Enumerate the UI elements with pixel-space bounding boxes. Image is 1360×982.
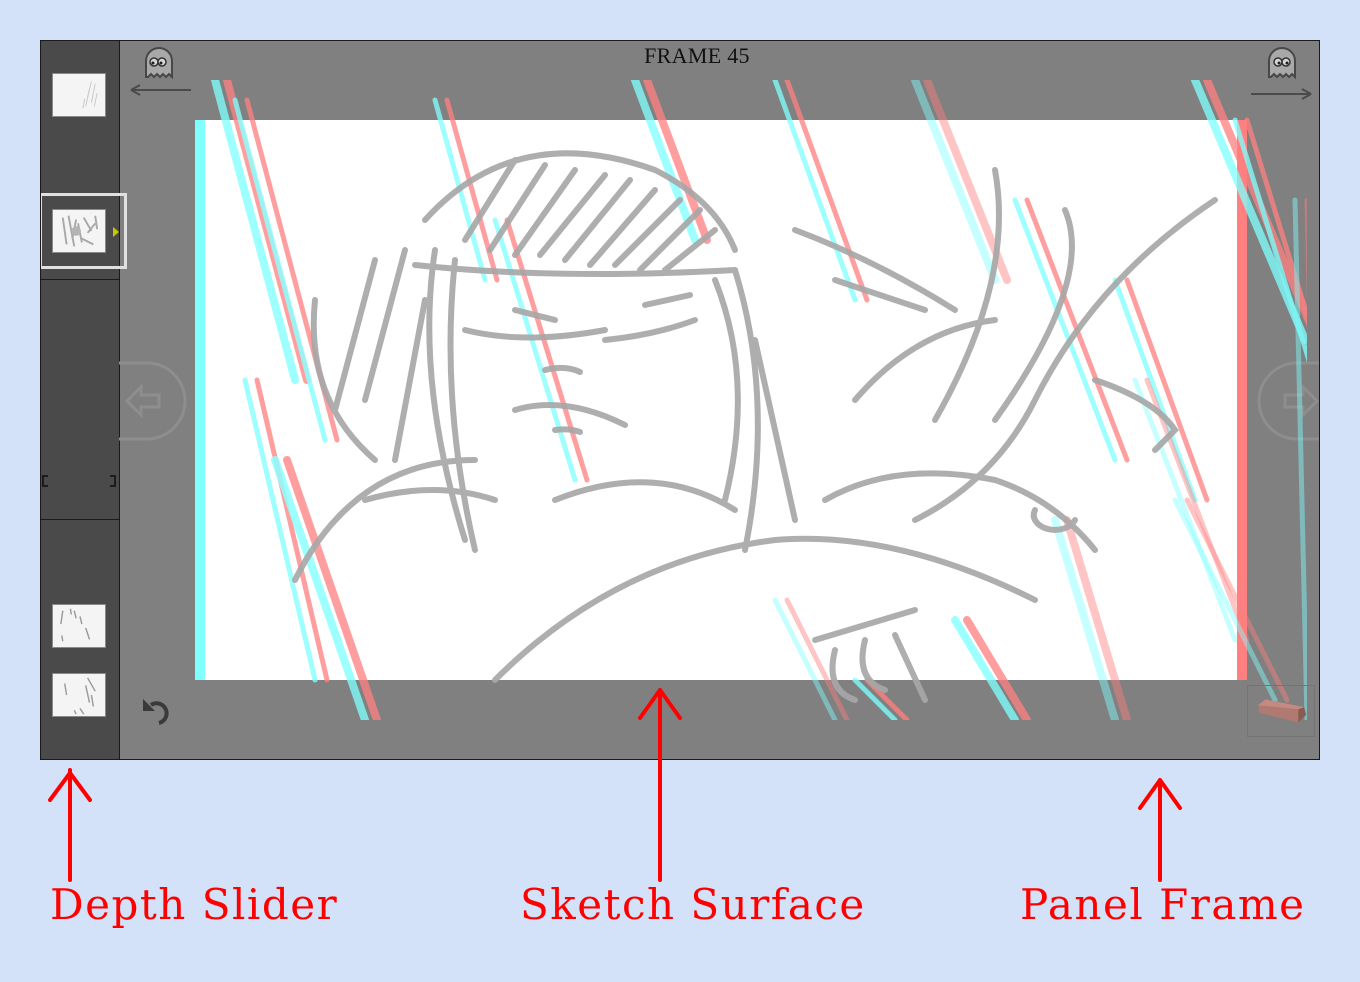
stereo-stroke (244, 97, 340, 443)
stereo-stroke (1012, 197, 1118, 463)
stereo-stroke (1203, 80, 1307, 327)
depth-slider-annotation-label: Depth Slider (50, 880, 339, 929)
stereo-stroke (1132, 377, 1238, 643)
sketch-surface[interactable] (195, 80, 1307, 720)
depth-thumbnail-3[interactable] (52, 604, 106, 648)
stereo-stroke (1172, 497, 1278, 703)
stereo-stroke (1051, 516, 1119, 720)
stereo-stroke (1024, 197, 1130, 463)
depth-thumbnail-1[interactable] (52, 73, 106, 117)
stereo-stroke (1063, 516, 1131, 720)
frame-title: FRAME 45 (644, 43, 750, 68)
stereo-stroke (772, 597, 838, 720)
depth-divider (41, 279, 119, 280)
nav-left-button[interactable] (119, 359, 189, 443)
stereo-stroke (923, 80, 1011, 284)
eraser-button[interactable] (1247, 685, 1315, 737)
eraser-icon (1257, 699, 1306, 723)
stereo-stroke (1112, 277, 1198, 503)
nav-right-button[interactable] (1255, 359, 1319, 443)
stereo-stroke (1124, 277, 1210, 503)
stereo-cyan-edge (195, 120, 205, 680)
stereo-stroke (504, 217, 590, 483)
stereo-stroke (1191, 80, 1307, 344)
arrow-left-icon (124, 383, 161, 419)
stereo-stroke (1144, 377, 1250, 643)
stereo-stroke (432, 97, 488, 283)
app-window: FRAME 45 (40, 40, 1320, 760)
ghost-icon (130, 47, 191, 96)
arrow-left-icon (130, 84, 191, 96)
stereo-stroke (864, 677, 910, 720)
stereo-stroke (772, 80, 858, 303)
next-frame-button[interactable] (1247, 45, 1317, 105)
undo-icon (143, 699, 169, 725)
previous-frame-button[interactable] (127, 45, 197, 105)
depth-slider[interactable] (41, 41, 127, 759)
stereo-stroke (211, 80, 299, 384)
stereo-red-edge (1237, 120, 1247, 680)
sketch-surface-annotation-label: Sketch Surface (520, 880, 866, 929)
stereo-stroke (852, 677, 898, 720)
depth-slider-annotation-arrow (48, 768, 92, 882)
stereo-stroke (963, 616, 1031, 720)
stereo-stroke (911, 80, 999, 284)
stereo-stroke (223, 80, 311, 384)
stereo-stroke (254, 377, 330, 683)
stereo-stroke (1244, 117, 1307, 324)
depth-range-bracket-left[interactable] (42, 475, 48, 487)
stereo-stroke (283, 456, 381, 720)
arrow-right-icon (1251, 88, 1312, 100)
stereo-stroke (784, 80, 870, 303)
undo-button[interactable] (137, 693, 179, 729)
stereo-stroke (951, 616, 1019, 720)
depth-thumbnail-4[interactable] (52, 673, 106, 717)
panel-frame-annotation-label: Panel Frame (1020, 880, 1306, 929)
stereo-stroke (492, 217, 578, 483)
depth-range-bracket-right[interactable] (110, 475, 116, 487)
stereo-stroke (1292, 197, 1307, 720)
stereo-stroke (444, 97, 500, 283)
stereo-stroke (784, 597, 850, 720)
stereo-stroke (631, 80, 699, 244)
stereo-stroke (643, 80, 711, 244)
stereo-stroke (271, 456, 369, 720)
stereo-stroke (242, 377, 318, 683)
depth-selection-pointer (113, 227, 119, 237)
sketch-drawing (211, 80, 1307, 720)
stereo-stroke (232, 97, 328, 443)
sketch-surface-annotation-arrow (638, 688, 682, 882)
panel-frame-annotation-arrow (1138, 778, 1182, 882)
arrow-right-icon (1283, 383, 1319, 419)
depth-divider (41, 519, 119, 520)
ghost-icon (1251, 47, 1312, 100)
